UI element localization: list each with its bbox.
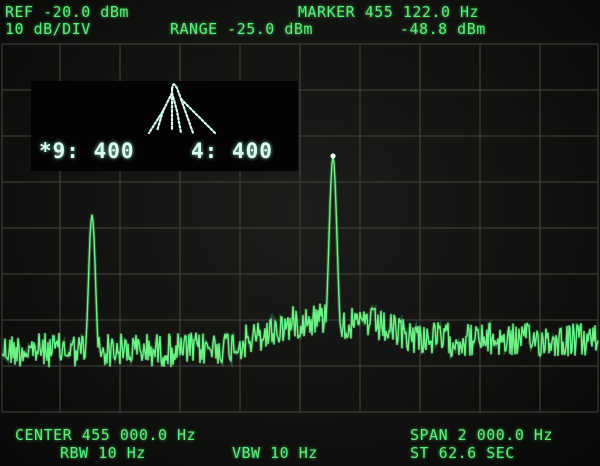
vbw-readout: VBW 10 Hz — [232, 444, 318, 462]
marker-dot — [330, 153, 336, 159]
sweep-time-readout: ST 62.6 SEC — [410, 444, 515, 462]
ref-level-readout: REF -20.0 dBm — [5, 3, 129, 21]
filter-left-value: *9: 400 — [39, 139, 135, 163]
graticule — [0, 43, 600, 413]
rbw-readout: RBW 10 Hz — [60, 444, 146, 462]
filter-right-value: 4: 400 — [191, 139, 273, 163]
spectrum-analyzer-display: REF -20.0 dBm 10 dB/DIV RANGE -25.0 dBm … — [0, 0, 600, 466]
range-readout: RANGE -25.0 dBm — [170, 20, 313, 38]
scale-readout: 10 dB/DIV — [5, 20, 91, 38]
marker-level-readout: -48.8 dBm — [400, 20, 486, 38]
marker-frequency-readout: MARKER 455 122.0 Hz — [298, 3, 480, 21]
filter-setting-inset: *9: 400 4: 400 — [31, 81, 298, 171]
center-frequency-readout: CENTER 455 000.0 Hz — [15, 426, 197, 444]
span-readout: SPAN 2 000.0 Hz — [410, 426, 553, 444]
